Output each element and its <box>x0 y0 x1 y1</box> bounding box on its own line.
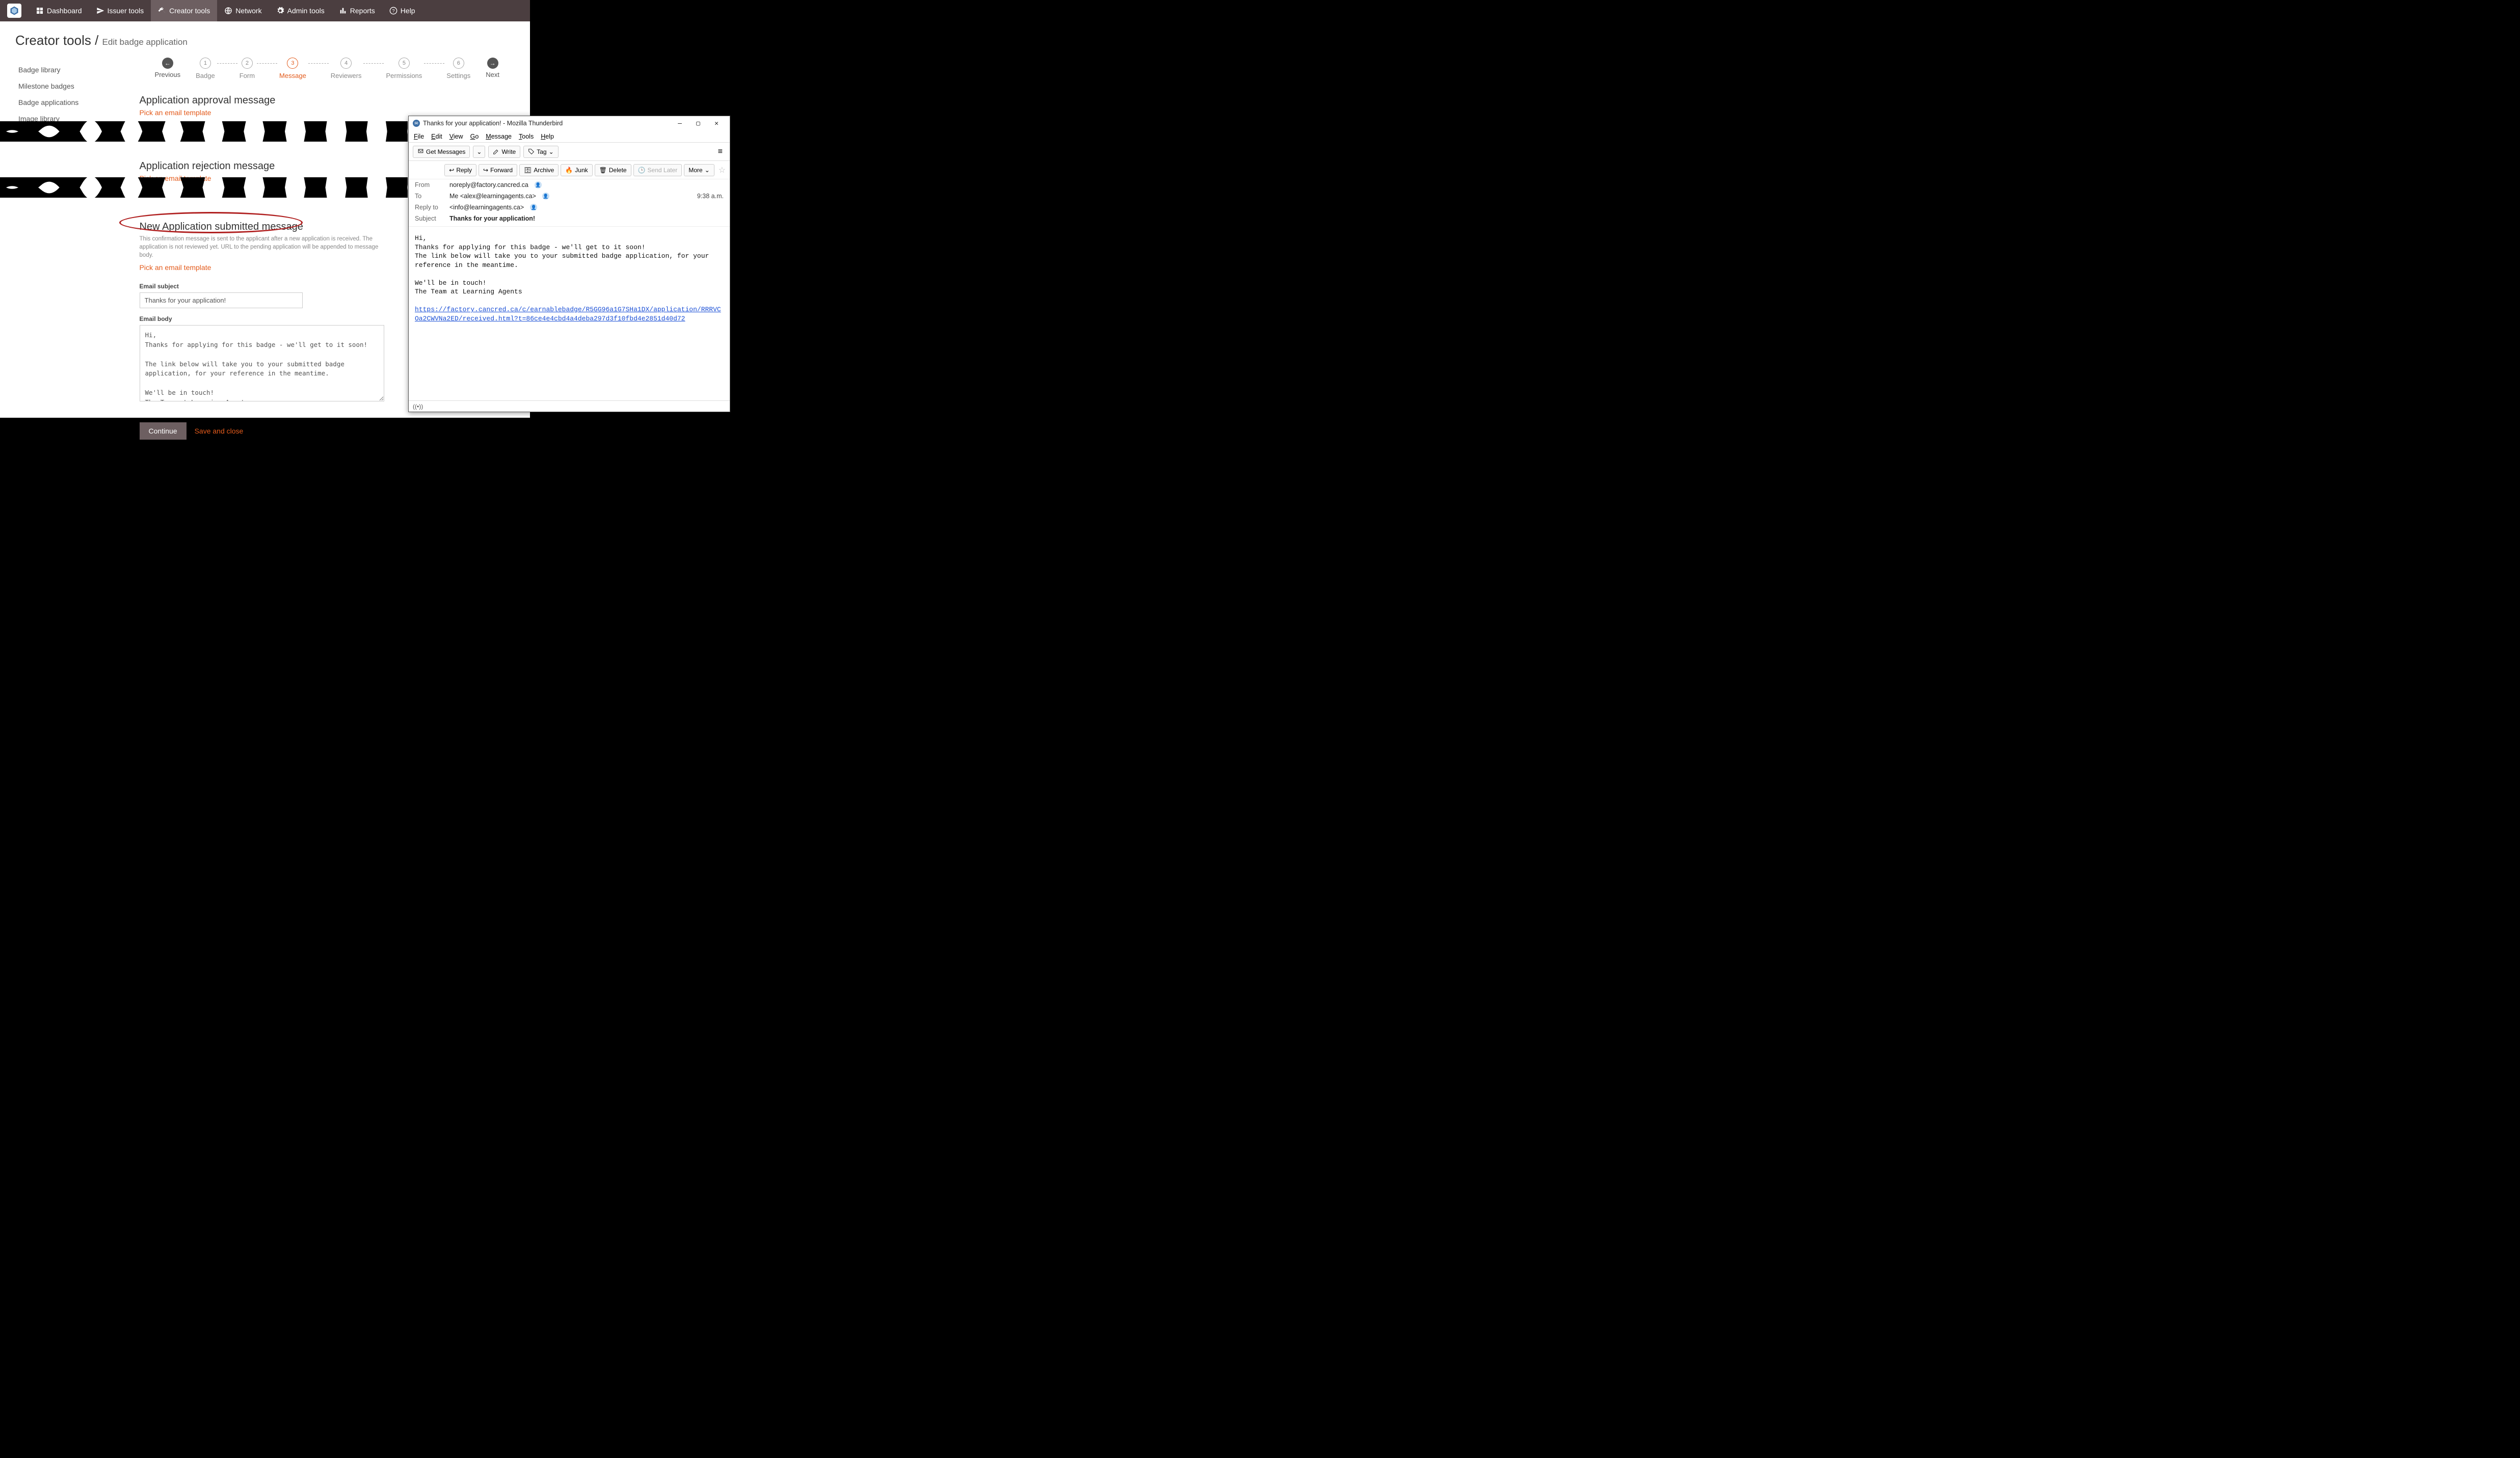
svg-text:?: ? <box>392 8 394 13</box>
nav-reports[interactable]: Reports <box>332 0 382 21</box>
email-body-textarea[interactable] <box>140 325 384 401</box>
replyto-label: Reply to <box>415 204 445 211</box>
nav-network[interactable]: Network <box>217 0 269 21</box>
window-close[interactable]: ✕ <box>707 118 726 129</box>
new-application-section-title: New Application submitted message <box>140 221 303 233</box>
window-maximize[interactable]: ▢ <box>689 118 707 129</box>
sidebar-badge-applications[interactable]: Badge applications <box>15 94 140 111</box>
to-value: Me <alex@learningagents.ca> <box>449 193 536 200</box>
message-time: 9:38 a.m. <box>697 193 724 200</box>
thunderbird-title-text: Thanks for your application! - Mozilla T… <box>423 120 563 127</box>
nav-creator-tools[interactable]: Creator tools <box>151 0 217 21</box>
get-messages-dropdown[interactable]: ⌄ <box>473 146 485 158</box>
body-text: Hi, Thanks for applying for this badge -… <box>415 234 713 295</box>
stepper-next[interactable]: →Next <box>486 58 499 78</box>
status-indicator: ((•)) <box>413 403 423 410</box>
approval-pick-template[interactable]: Pick an email template <box>140 109 211 117</box>
breadcrumb: Creator tools / Edit badge application <box>15 33 515 48</box>
contact-icon[interactable]: 👤 <box>535 181 542 188</box>
forward-button[interactable]: ↪ Forward <box>479 164 517 176</box>
menu-help[interactable]: Help <box>541 133 554 140</box>
menu-edit[interactable]: Edit <box>431 133 442 140</box>
sidebar-milestone-badges[interactable]: Milestone badges <box>15 78 140 94</box>
thunderbird-toolbar: Get Messages ⌄ Write Tag ⌄ ≡ <box>409 143 730 161</box>
contact-icon[interactable]: 👤 <box>542 193 549 200</box>
contact-icon[interactable]: 👤 <box>530 204 537 211</box>
thunderbird-icon: ✉ <box>413 120 420 127</box>
thunderbird-titlebar: ✉ Thanks for your application! - Mozilla… <box>409 116 730 130</box>
thunderbird-window: ✉ Thanks for your application! - Mozilla… <box>408 116 730 412</box>
from-value: noreply@factory.cancred.ca <box>449 181 528 188</box>
menu-go[interactable]: Go <box>470 133 479 140</box>
sidebar-image-library[interactable]: Image library <box>15 111 140 127</box>
thunderbird-menubar: File Edit View Go Message Tools Help <box>409 130 730 143</box>
approval-section-title: Application approval message <box>140 95 515 106</box>
window-minimize[interactable]: — <box>671 118 689 129</box>
email-subject-input[interactable] <box>140 292 303 308</box>
step-badge[interactable]: 1Badge <box>196 58 215 79</box>
breadcrumb-main: Creator tools / <box>15 33 98 48</box>
write-button[interactable]: Write <box>488 146 520 158</box>
breadcrumb-sub: Edit badge application <box>102 37 188 47</box>
rejection-pick-template[interactable]: Pick an email template <box>140 174 211 182</box>
nav-help[interactable]: ?Help <box>382 0 422 21</box>
menu-message[interactable]: Message <box>486 133 512 140</box>
replyto-value: <info@learningagents.ca> <box>449 204 524 211</box>
more-button[interactable]: More ⌄ <box>684 164 714 176</box>
tag-button[interactable]: Tag ⌄ <box>523 146 558 158</box>
message-action-bar: ↩ Reply ↪ Forward 🗄 Archive 🔥 Junk 🗑 Del… <box>409 161 730 179</box>
menu-file[interactable]: File <box>414 133 424 140</box>
from-label: From <box>415 181 445 188</box>
new-application-desc: This confirmation message is sent to the… <box>140 235 384 259</box>
nav-admin-tools[interactable]: Admin tools <box>269 0 332 21</box>
star-toggle[interactable]: ☆ <box>719 165 726 175</box>
send-later-button[interactable]: 🕒 Send Later <box>633 164 682 176</box>
sidebar: Badge library Milestone badges Badge app… <box>15 58 140 440</box>
sidebar-badge-library[interactable]: Badge library <box>15 62 140 78</box>
junk-button[interactable]: 🔥 Junk <box>561 164 592 176</box>
get-messages-button[interactable]: Get Messages <box>413 146 470 158</box>
archive-button[interactable]: 🗄 Archive <box>519 164 559 176</box>
app-logo[interactable] <box>7 4 21 18</box>
new-application-pick-template[interactable]: Pick an email template <box>140 263 211 272</box>
step-form[interactable]: 2Form <box>240 58 255 79</box>
subject-label: Subject <box>415 215 445 222</box>
step-message[interactable]: 3Message <box>279 58 306 79</box>
nav-dashboard[interactable]: Dashboard <box>29 0 89 21</box>
nav-issuer-tools[interactable]: Issuer tools <box>89 0 151 21</box>
application-link[interactable]: https://factory.cancred.ca/c/earnablebad… <box>415 306 721 322</box>
to-label: To <box>415 193 445 200</box>
thunderbird-statusbar: ((•)) <box>409 400 730 412</box>
reply-button[interactable]: ↩ Reply <box>444 164 476 176</box>
hamburger-menu[interactable]: ≡ <box>715 147 726 156</box>
continue-button[interactable]: Continue <box>140 422 187 440</box>
menu-tools[interactable]: Tools <box>519 133 534 140</box>
message-body: Hi, Thanks for applying for this badge -… <box>409 226 730 400</box>
delete-button[interactable]: 🗑 Delete <box>595 164 631 176</box>
subject-value: Thanks for your application! <box>449 215 535 222</box>
top-nav: Dashboard Issuer tools Creator tools Net… <box>0 0 530 21</box>
stepper-previous[interactable]: ←Previous <box>155 58 181 78</box>
menu-view[interactable]: View <box>449 133 463 140</box>
step-reviewers[interactable]: 4Reviewers <box>331 58 362 79</box>
step-settings[interactable]: 6Settings <box>446 58 470 79</box>
save-and-close-link[interactable]: Save and close <box>195 427 244 435</box>
wizard-stepper: ←Previous 1Badge 2Form 3Message 4Reviewe… <box>140 58 515 79</box>
step-permissions[interactable]: 5Permissions <box>386 58 422 79</box>
